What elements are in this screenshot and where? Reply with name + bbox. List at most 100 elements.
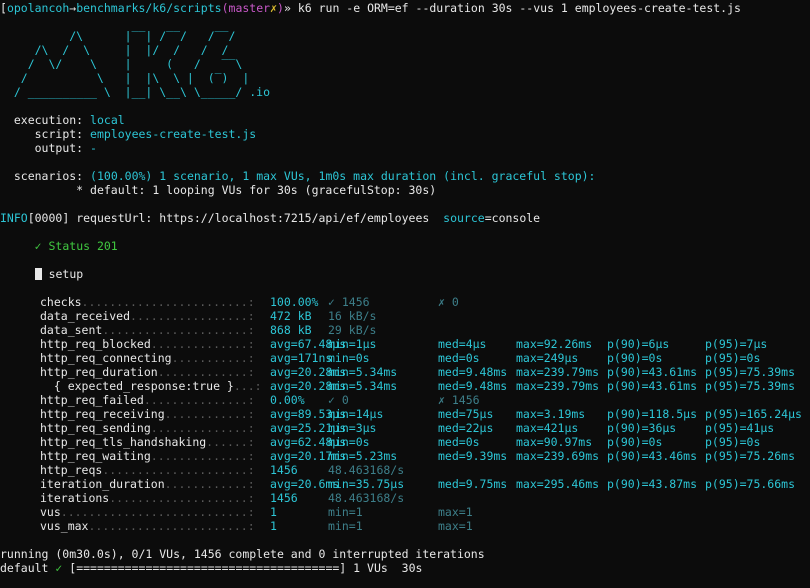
metric-value: max=421µs [516, 421, 579, 435]
metric-value: min=1 [328, 519, 363, 533]
metric-value: p(95)=0s [705, 435, 761, 449]
metric-value: 0.00% [270, 393, 305, 407]
metric-dots: ...............: [143, 393, 255, 407]
metric-dots: ....................: [109, 491, 255, 505]
group-label: setup [48, 267, 84, 281]
scenarios-line: scenarios: (100.00%) 1 scenario, 1 max V… [0, 169, 810, 183]
metric-row: http_req_failed...............: 0.00% ✓ 0 ✗… [0, 393, 810, 407]
metric-label: http_req_failed [40, 393, 144, 407]
metric-value: max=90.97ms [516, 435, 593, 449]
logo-line: /\ / \ | |/ / / / [0, 43, 229, 57]
metric-dots: ..............: [150, 449, 255, 463]
metric-value: med=0s [438, 435, 480, 449]
metric-row: vus_max.......................: 1 min=1 max… [0, 519, 810, 533]
metric-label: http_req_waiting [40, 449, 151, 463]
metric-dots: .............: [157, 365, 255, 379]
terminal-window[interactable]: [opolancoh→benchmarks/k6/scripts(master✗… [0, 0, 810, 588]
metric-name: http_req_failed...............: [40, 393, 255, 407]
metric-dots: ........................: [81, 295, 255, 309]
progress-line: default ✓ [=============================… [0, 561, 810, 575]
prompt-bracket: [ [0, 1, 7, 15]
metric-name: http_req_sending..............: [40, 421, 255, 435]
metric-value: 1456 [270, 463, 298, 477]
metric-label: vus [40, 505, 61, 519]
metric-dots: .....................: [102, 463, 255, 477]
metric-name: http_reqs.....................: [40, 463, 255, 477]
scenario-name: default [0, 561, 49, 575]
metric-value: 48.463168/s [328, 463, 405, 477]
log-source-value: console [491, 211, 541, 225]
metric-value: min=0s [328, 435, 370, 449]
metric-value: med=9.39ms [438, 449, 508, 463]
metric-value: min=5.34ms [328, 379, 398, 393]
execution-line: execution: local [0, 113, 810, 127]
log-source-key: source [443, 211, 485, 225]
prompt-branch-open: ( [221, 1, 229, 15]
metric-row: vus...........................: 1 min=1 max… [0, 505, 810, 519]
metric-label: http_req_connecting [40, 351, 172, 365]
metric-label: http_req_blocked [40, 337, 151, 351]
metric-value: med=0s [438, 351, 480, 365]
script-line: script: employees-create-test.js [0, 127, 810, 141]
prompt-branch-close: ) [277, 1, 284, 15]
script-label: script: [34, 127, 84, 141]
output-label: output: [34, 141, 84, 155]
log-line: INFO[0000] requestUrl: https://localhost… [0, 211, 810, 225]
log-code: [0000] [27, 211, 70, 225]
metric-label: http_req_duration [40, 365, 158, 379]
metric-value: p(95)=75.39ms [705, 365, 796, 379]
metric-value: 48.463168/s [328, 491, 405, 505]
metric-value: max=1 [438, 519, 473, 533]
metric-value: min=14µs [328, 407, 384, 421]
metric-value: ✓ 1456 [328, 295, 370, 309]
metric-value: 1 [270, 505, 277, 519]
log-message: requestUrl: https://localhost:7215/api/e… [76, 211, 430, 225]
group-block-icon [34, 268, 42, 280]
metric-value: 868 kB [270, 323, 312, 337]
metric-value: 1456 [270, 491, 298, 505]
metric-name: iterations....................: [40, 491, 255, 505]
metric-value: p(90)=118.5µs [607, 407, 698, 421]
command-text: k6 run -e ORM=ef --duration 30s --vus 1 … [297, 1, 741, 15]
metric-value: p(90)=6µs [607, 337, 670, 351]
metric-name: http_req_receiving............: [40, 407, 255, 421]
metric-name: http_req_tls_handshaking......: [40, 435, 255, 449]
metric-row: data_sent.....................: 868 kB 29 … [0, 323, 810, 337]
metric-value: max=239.69ms [516, 449, 600, 463]
metric-value: 29 kB/s [328, 323, 377, 337]
metric-label: data_received [40, 309, 131, 323]
metric-dots: ...: [233, 379, 262, 393]
metric-row: http_req_sending..............: avg=25.21… [0, 421, 810, 435]
logo-line: / __________ \ |__| \__\ \_____/ .io [0, 85, 271, 99]
metric-row: { expected_response:true }...: avg=20.28m… [0, 379, 810, 393]
metric-name: iteration_duration............: [40, 477, 255, 491]
prompt-branch: master [228, 1, 271, 15]
prompt-user: opolancoh [6, 1, 70, 15]
metric-name: http_req_duration.............: [40, 365, 255, 379]
check-label: Status 201 [48, 239, 118, 253]
metric-value: min=1 [328, 505, 363, 519]
metric-value: med=9.75ms [438, 477, 508, 491]
scenario-detail-line: * default: 1 looping VUs for 30s (gracef… [0, 183, 810, 197]
check-result: ✓ Status 201 [0, 239, 810, 253]
metric-value: p(90)=0s [607, 435, 663, 449]
scenarios-label: scenarios: [13, 169, 84, 183]
metric-value: med=22µs [438, 421, 494, 435]
scenarios-summary: (100.00%) 1 scenario, 1 max VUs, 1m0s ma… [90, 169, 596, 183]
metric-value: p(95)=165.24µs [705, 407, 802, 421]
metric-row: checks........................: 100.00% ✓ … [0, 295, 810, 309]
metric-value: min=35.75µs [328, 477, 405, 491]
execution-label: execution: [13, 113, 84, 127]
metric-row: http_req_receiving............: avg=89.53… [0, 407, 810, 421]
metric-row: http_req_waiting..............: avg=20.17… [0, 449, 810, 463]
metric-label: http_req_sending [40, 421, 151, 435]
metric-value: max=1 [438, 505, 473, 519]
metric-label: checks [40, 295, 82, 309]
metric-dots: ............: [164, 407, 255, 421]
metric-row: http_reqs.....................: 1456 48.46… [0, 463, 810, 477]
metric-value: 1 [270, 519, 277, 533]
logo-line: / \ | |\ \ | (‾) | [0, 71, 250, 85]
progress-vus: 1 VUs [353, 561, 388, 575]
metric-value: p(95)=75.66ms [705, 477, 796, 491]
logo-suffix: .io [249, 85, 271, 99]
